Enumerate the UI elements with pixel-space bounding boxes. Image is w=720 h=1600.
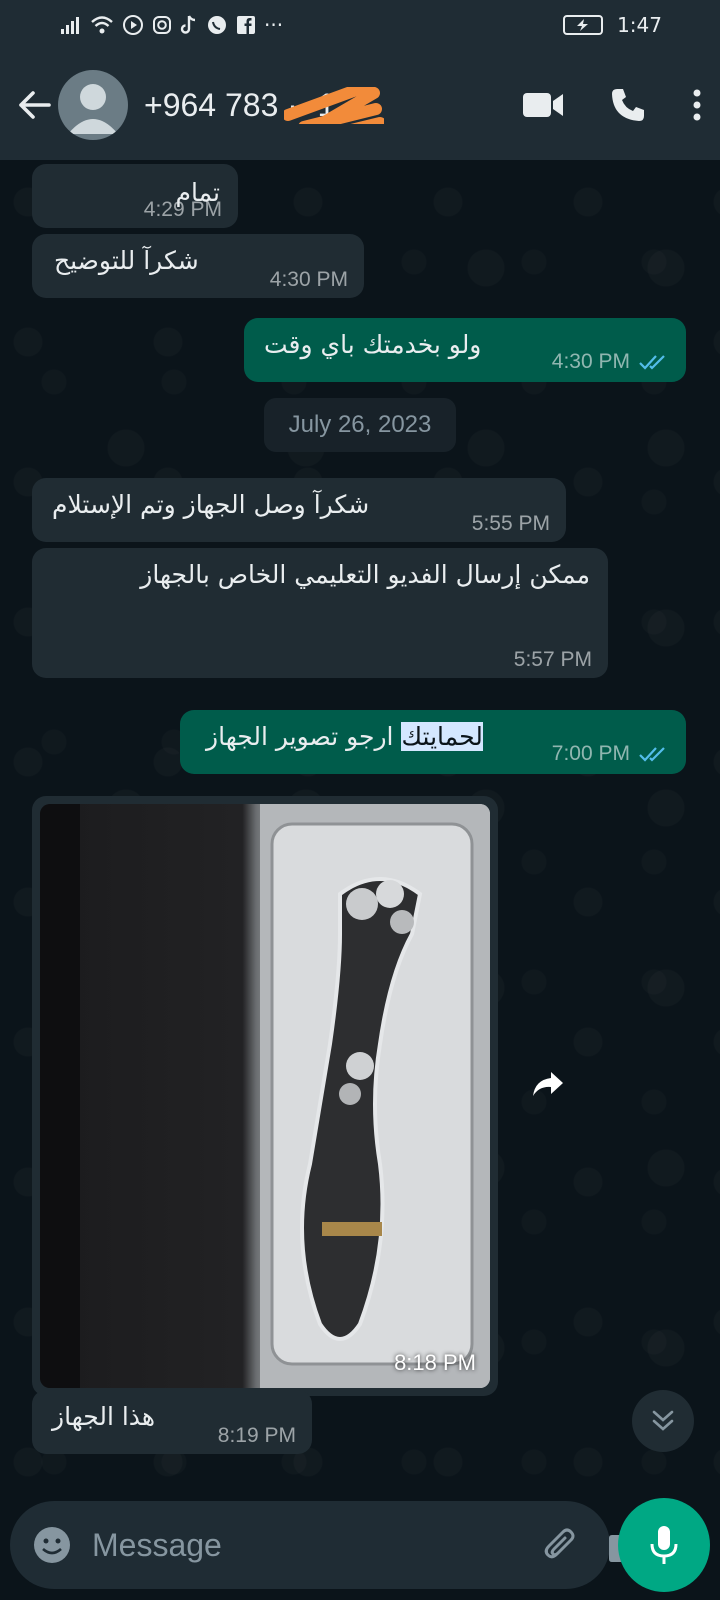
tiktok-icon <box>180 13 198 37</box>
chat-header: +964 783 ·· 1... <box>0 50 720 160</box>
message-outgoing[interactable]: ولو بخدمتك باي وقت 4:30 PM <box>244 318 686 382</box>
scroll-to-bottom-button[interactable] <box>632 1390 694 1452</box>
date-divider: July 26, 2023 <box>264 398 456 452</box>
message-text: شكرآ وصل الجهاز وتم الإستلام <box>52 490 370 519</box>
status-icons: ··· <box>60 13 283 37</box>
read-ticks-icon <box>638 745 670 763</box>
message-incoming[interactable]: ممكن إرسال الفديو التعليمي الخاص بالجهاز… <box>32 548 608 678</box>
read-ticks-icon <box>638 353 670 371</box>
message-input[interactable] <box>92 1526 512 1564</box>
contact-name[interactable]: +964 783 ·· 1... <box>144 86 434 124</box>
emoji-icon[interactable] <box>32 1522 72 1568</box>
instagram-icon <box>152 13 172 37</box>
more-options-icon[interactable] <box>692 88 702 122</box>
battery-charging-icon <box>563 15 604 35</box>
device-photo[interactable]: 8:18 PM <box>40 804 490 1388</box>
whatsapp-icon <box>206 13 228 37</box>
message-time: 4:29 PM <box>143 198 222 221</box>
message-incoming[interactable]: شكرآ للتوضيح 4:30 PM <box>32 234 364 298</box>
message-box <box>10 1501 649 1589</box>
attach-icon[interactable] <box>540 1520 580 1570</box>
message-text: ممكن إرسال الفديو التعليمي الخاص بالجهاز <box>140 560 590 589</box>
redaction-scribble <box>284 86 384 124</box>
message-time: 5:55 PM <box>471 512 550 535</box>
message-text: شكرآ للتوضيح <box>54 246 199 275</box>
avatar[interactable] <box>58 70 128 140</box>
message-time: 8:18 PM <box>394 1350 476 1375</box>
status-time: 1:47 <box>617 13 662 37</box>
facebook-icon <box>236 13 256 37</box>
voice-call-button[interactable] <box>610 87 646 123</box>
message-incoming[interactable]: هذا الجهاز 8:19 PM <box>32 1390 312 1454</box>
back-arrow-icon[interactable] <box>14 85 54 125</box>
message-time: 8:19 PM <box>217 1424 296 1447</box>
microphone-button[interactable] <box>618 1498 710 1592</box>
video-call-button[interactable] <box>522 91 564 119</box>
message-outgoing[interactable]: لحمايتك ارجو تصوير الجهاز 7:00 PM <box>180 710 686 774</box>
composer-bar <box>0 1490 720 1600</box>
status-bar: ··· 1:47 <box>0 0 720 50</box>
message-time: 4:30 PM <box>269 268 348 291</box>
message-time: 4:30 PM <box>551 350 630 373</box>
message-time: 5:57 PM <box>513 648 592 671</box>
play-circle-icon <box>122 13 144 37</box>
selected-text[interactable]: لحمايتك <box>401 722 483 751</box>
message-time: 7:00 PM <box>551 742 630 765</box>
signal-icon <box>60 13 82 37</box>
chat-area[interactable]: تمام 4:29 PM شكرآ للتوضيح 4:30 PM ولو بخ… <box>0 160 720 1490</box>
message-text: هذا الجهاز <box>52 1402 156 1431</box>
message-incoming[interactable]: تمام 4:29 PM <box>32 164 238 228</box>
image-message[interactable]: 8:18 PM <box>32 796 498 1396</box>
more-notifications-icon: ··· <box>264 13 284 37</box>
message-text: ولو بخدمتك باي وقت <box>264 330 482 359</box>
message-incoming[interactable]: شكرآ وصل الجهاز وتم الإستلام 5:55 PM <box>32 478 566 542</box>
forward-icon[interactable] <box>522 1058 574 1110</box>
message-text: لحمايتك ارجو تصوير الجهاز <box>206 722 483 751</box>
wifi-icon <box>90 13 114 37</box>
